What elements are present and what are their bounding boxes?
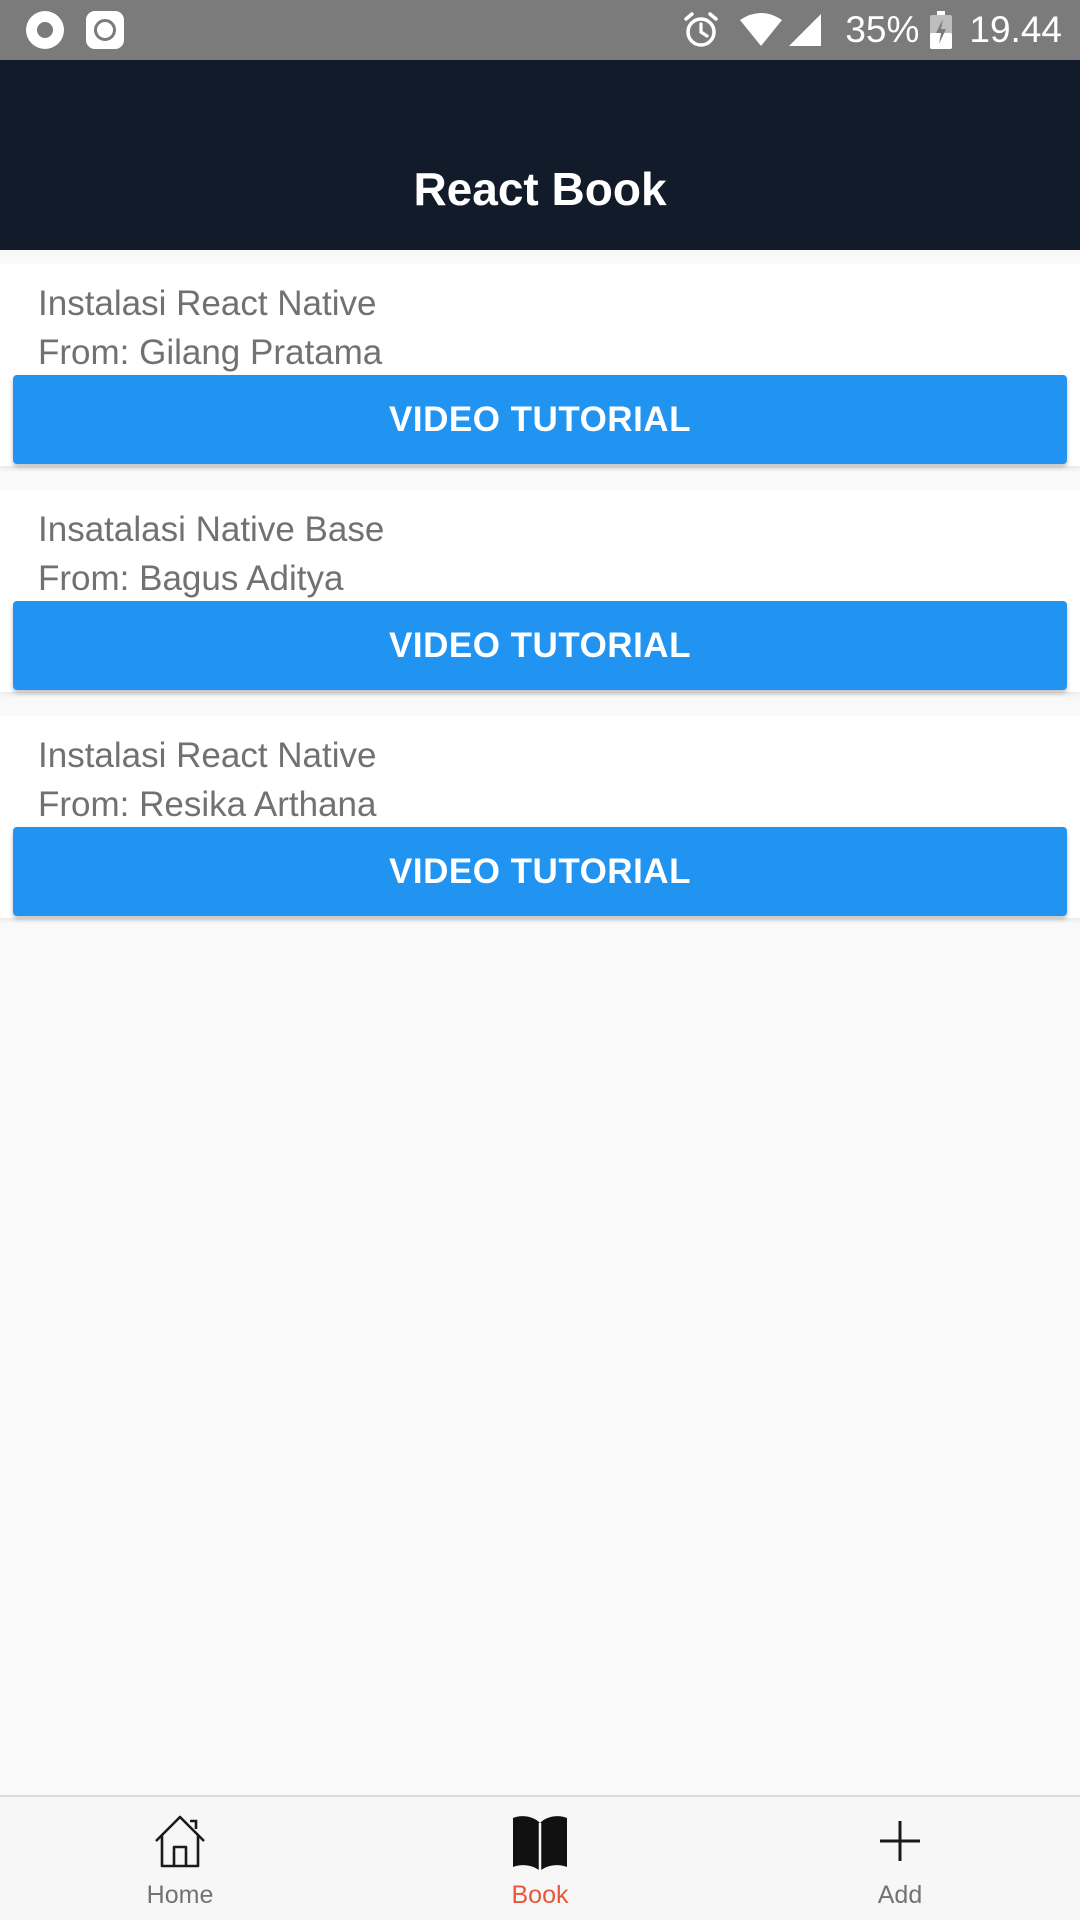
bottom-tab-bar: Home Book Add — [0, 1795, 1080, 1920]
book-card: Instalasi React Native From: Gilang Prat… — [0, 264, 1080, 466]
book-author: From: Resika Arthana — [38, 785, 377, 824]
book-list: Instalasi React Native From: Gilang Prat… — [0, 264, 1080, 942]
video-tutorial-button[interactable]: VIDEO TUTORIAL — [13, 601, 1067, 690]
record-icon — [26, 11, 64, 49]
signal-icon — [787, 12, 823, 48]
video-tutorial-button[interactable]: VIDEO TUTORIAL — [13, 827, 1067, 916]
book-author: From: Bagus Aditya — [38, 559, 344, 598]
book-title: Instalasi React Native — [38, 284, 377, 323]
status-bar-right: 35% 19.44 — [681, 0, 1062, 60]
video-tutorial-button[interactable]: VIDEO TUTORIAL — [13, 375, 1067, 464]
screenshot-icon — [86, 11, 124, 49]
book-card: Insatalasi Native Base From: Bagus Adity… — [0, 490, 1080, 692]
page-title: React Book — [413, 163, 667, 215]
battery-percent: 35% — [845, 9, 920, 50]
home-icon — [150, 1811, 210, 1871]
plus-icon — [870, 1811, 930, 1871]
tab-home-label: Home — [146, 1881, 214, 1909]
tab-add-label: Add — [877, 1881, 923, 1909]
book-title: Insatalasi Native Base — [38, 510, 385, 549]
tab-home[interactable]: Home — [0, 1797, 360, 1920]
alarm-icon — [681, 10, 721, 50]
book-icon — [510, 1811, 570, 1871]
status-bar: 35% 19.44 — [0, 0, 1080, 60]
book-title: Instalasi React Native — [38, 736, 377, 775]
battery-charging-icon — [929, 11, 953, 49]
tab-book-label: Book — [511, 1881, 569, 1909]
tab-add[interactable]: Add — [720, 1797, 1080, 1920]
wifi-icon — [739, 12, 783, 48]
tab-book[interactable]: Book — [360, 1797, 720, 1920]
book-author: From: Gilang Pratama — [38, 333, 383, 372]
clock: 19.44 — [969, 9, 1062, 50]
app-header: React Book — [0, 60, 1080, 250]
book-card: Instalasi React Native From: Resika Arth… — [0, 716, 1080, 918]
